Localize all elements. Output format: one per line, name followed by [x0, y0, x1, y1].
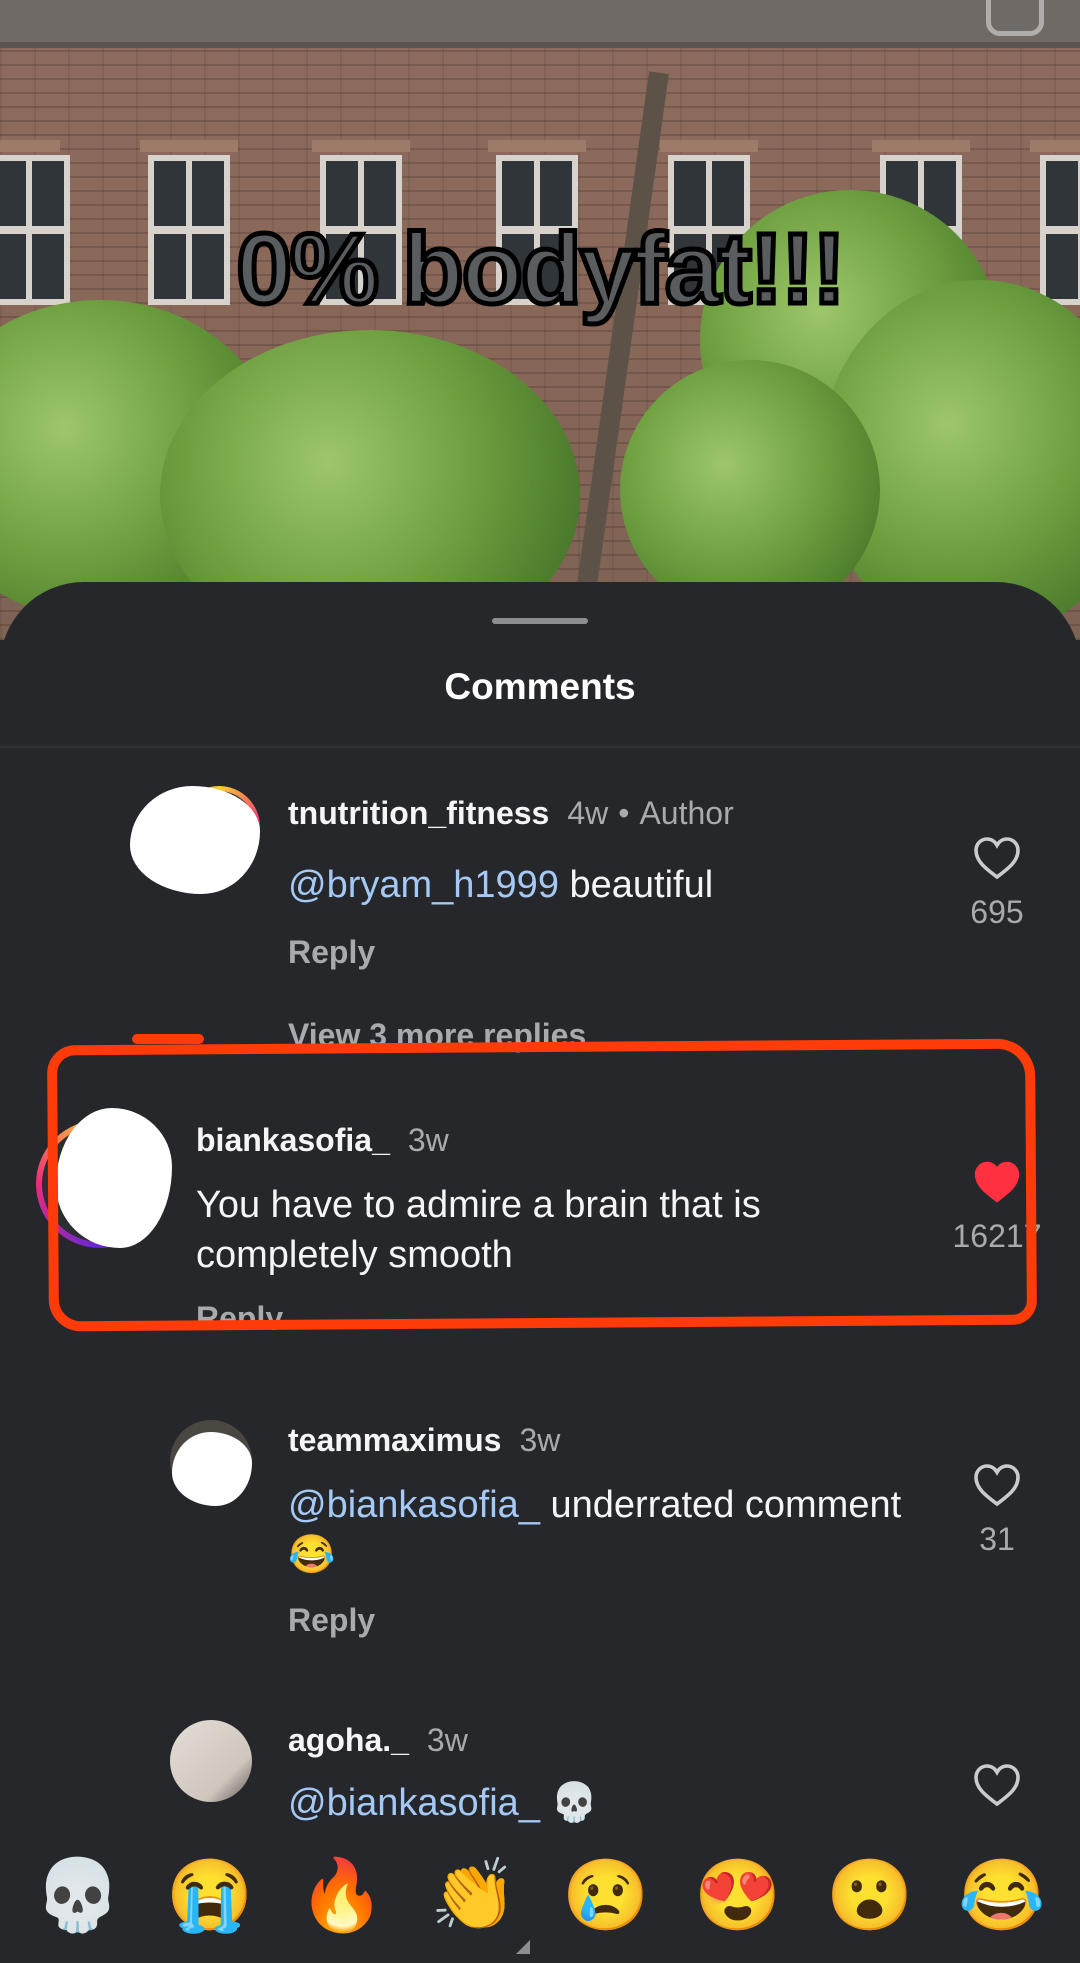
- window-lintel: [660, 140, 758, 152]
- video-background[interactable]: 0% bodyfat!!!: [0, 0, 1080, 640]
- window-lintel: [140, 140, 238, 152]
- tree: [620, 360, 880, 620]
- username[interactable]: tnutrition_fitness: [288, 795, 549, 831]
- heart-icon[interactable]: [973, 1463, 1021, 1507]
- author-tag: Author: [639, 795, 734, 831]
- clapping-emoji-button[interactable]: 👏: [430, 1860, 517, 1930]
- timestamp: 3w: [519, 1422, 561, 1458]
- reply-button[interactable]: Reply: [288, 1602, 375, 1639]
- sheet-title: Comments: [444, 666, 636, 707]
- comment-body: 💀: [539, 1782, 598, 1824]
- avatar[interactable]: [170, 1720, 252, 1802]
- comment-meta: teammaximus 3w: [288, 1422, 560, 1459]
- comment-text: @bryam_h1999 beautiful: [288, 860, 908, 910]
- timestamp: 3w: [426, 1722, 468, 1758]
- like-count: 695: [970, 894, 1024, 930]
- comment-meta: tnutrition_fitness 4w • Author: [288, 795, 734, 832]
- crying-emoji-button[interactable]: 😢: [562, 1860, 649, 1930]
- window-lintel: [872, 140, 970, 152]
- mention-link[interactable]: @bryam_h1999: [288, 864, 559, 906]
- window-lintel: [1030, 140, 1080, 152]
- divider: [0, 746, 1080, 748]
- loudly-crying-emoji-button[interactable]: 😭: [166, 1860, 253, 1930]
- username[interactable]: teammaximus: [288, 1422, 501, 1458]
- redaction-scribble: [172, 1432, 252, 1506]
- tears-of-joy-emoji-button[interactable]: 😂: [958, 1860, 1045, 1930]
- window-lintel: [312, 140, 410, 152]
- comment-meta: agoha._ 3w: [288, 1722, 468, 1759]
- mention-link[interactable]: @biankasofia_: [288, 1782, 540, 1824]
- annotation-stroke: [132, 1034, 204, 1044]
- timestamp: 4w: [567, 795, 609, 831]
- surprised-emoji-button[interactable]: 😮: [826, 1860, 913, 1930]
- separator-dot: •: [618, 795, 630, 831]
- like-count: 31: [979, 1521, 1015, 1557]
- redaction-scribble: [130, 786, 260, 894]
- reply-button[interactable]: Reply: [288, 934, 375, 971]
- skull-emoji-button[interactable]: 💀: [34, 1860, 121, 1930]
- window-lintel: [488, 140, 586, 152]
- building-cornice: [0, 0, 1080, 48]
- instagram-icon: [986, 0, 1044, 36]
- highlight-annotation: [47, 1038, 1037, 1332]
- emoji-reaction-bar: 💀 😭 🔥 👏 😢 😍 😮 😂: [0, 1826, 1080, 1963]
- like-group[interactable]: [947, 1763, 1047, 1807]
- like-group[interactable]: 31: [947, 1463, 1047, 1558]
- heart-eyes-emoji-button[interactable]: 😍: [694, 1860, 781, 1930]
- comment-body: beautiful: [558, 864, 714, 906]
- username[interactable]: agoha._: [288, 1722, 409, 1758]
- comment-text: @biankasofia_ 💀: [288, 1778, 908, 1826]
- mention-link[interactable]: @biankasofia_: [288, 1484, 540, 1526]
- heart-icon[interactable]: [973, 836, 1021, 880]
- video-overlay-text: 0% bodyfat!!!: [234, 211, 848, 328]
- comment-text: @biankasofia_ underrated comment 😂: [288, 1480, 908, 1580]
- heart-icon[interactable]: [973, 1763, 1021, 1807]
- drag-handle[interactable]: [492, 618, 588, 624]
- window-lintel: [0, 140, 60, 152]
- fire-emoji-button[interactable]: 🔥: [298, 1860, 385, 1930]
- like-group[interactable]: 695: [947, 836, 1047, 931]
- corner-caret-icon: [516, 1940, 530, 1954]
